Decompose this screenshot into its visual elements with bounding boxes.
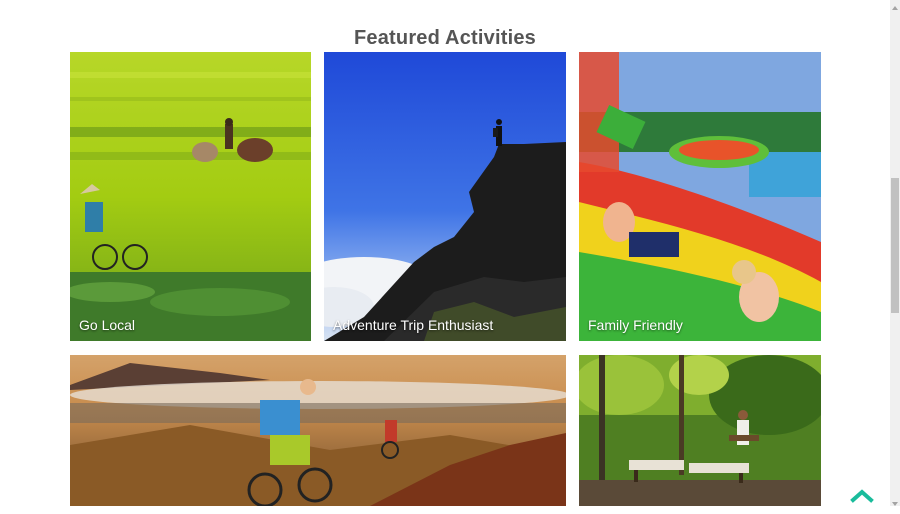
activity-card-label: Family Friendly — [588, 317, 683, 333]
scroll-down-arrow-icon[interactable] — [890, 496, 900, 506]
jungle-spa-loungers-image — [579, 355, 821, 506]
rice-field-farmer-image — [70, 52, 311, 341]
mountain-biking-sunset-image — [70, 355, 566, 506]
back-to-top-button[interactable] — [850, 486, 874, 506]
activity-card-adventure[interactable]: Adventure Trip Enthusiast — [324, 52, 566, 341]
activity-card-mountain-biking[interactable] — [70, 355, 566, 506]
activity-card-family[interactable]: Family Friendly — [579, 52, 821, 341]
activity-card-label: Go Local — [79, 317, 136, 333]
chevron-up-icon — [850, 489, 874, 503]
waterpark-slide-image — [579, 52, 821, 341]
scrollbar-thumb[interactable] — [891, 178, 899, 313]
mountain-cliff-hiker-image — [324, 52, 566, 341]
activity-card-label: Adventure Trip Enthusiast — [333, 317, 494, 333]
scroll-up-arrow-icon[interactable] — [890, 0, 900, 10]
vertical-scrollbar[interactable] — [890, 0, 900, 506]
activity-card-go-local[interactable]: Go Local — [70, 52, 311, 341]
page-title: Featured Activities — [353, 26, 536, 49]
activity-card-jungle-spa[interactable] — [579, 355, 821, 506]
